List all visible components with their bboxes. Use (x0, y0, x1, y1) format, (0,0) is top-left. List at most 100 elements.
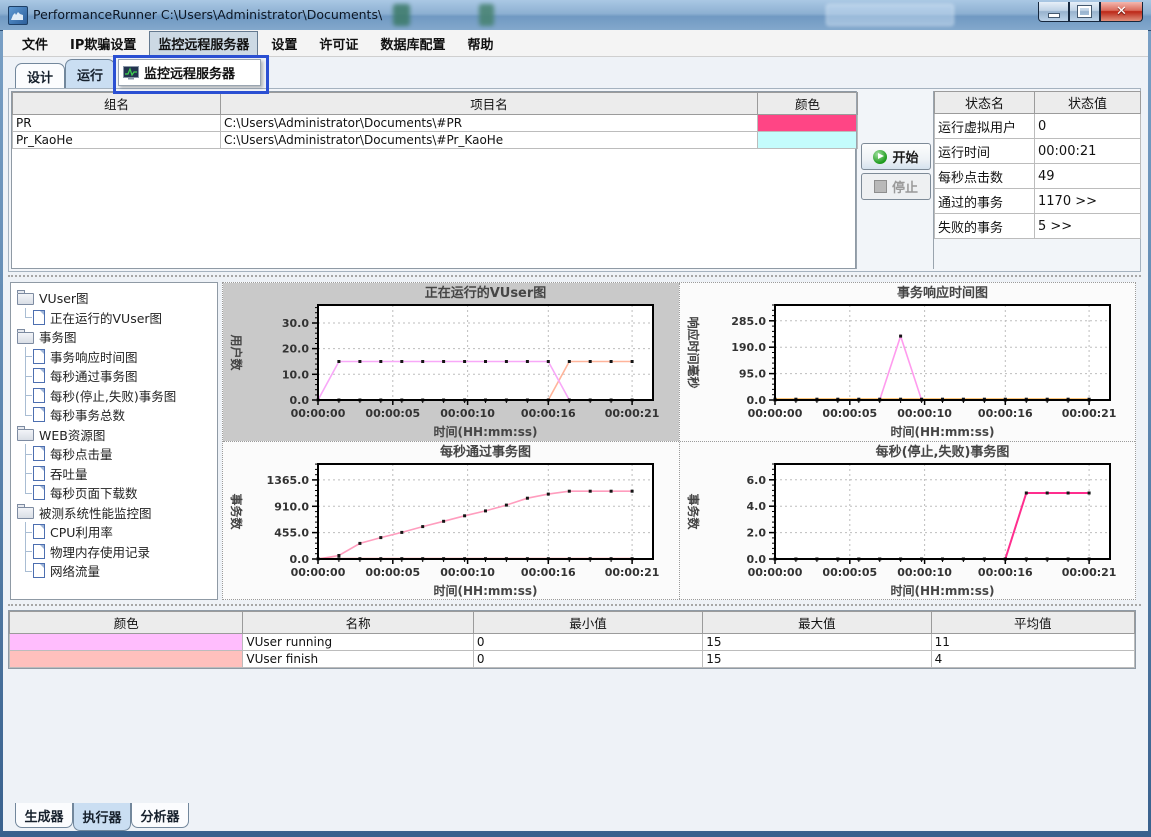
svg-text:190.0: 190.0 (731, 341, 766, 354)
tab-executor[interactable]: 执行器 (73, 803, 131, 831)
project-row[interactable]: Pr_KaoHeC:\Users\Administrator\Documents… (13, 132, 858, 149)
status-table: 状态名状态值运行虚拟用户0运行时间00:00:21每秒点击数49通过的事务117… (934, 91, 1141, 239)
title-bar: PerformanceRunner C:\Users\Administrator… (0, 0, 1151, 31)
menu-item-4[interactable]: 设置 (262, 31, 306, 56)
svg-text:6.0: 6.0 (747, 474, 767, 487)
status-row[interactable]: 每秒点击数49 (935, 164, 1141, 189)
chart-failed-transactions[interactable]: 0.02.04.06.000:00:0000:00:0500:00:1000:0… (680, 442, 1136, 600)
menu-dropdown-item-monitor-remote-server[interactable]: 监控远程服务器 (118, 59, 261, 86)
tree-item[interactable]: 物理内存使用记录 (11, 542, 217, 562)
svg-text:00:00:21: 00:00:21 (605, 566, 660, 579)
svg-text:00:00:10: 00:00:10 (440, 566, 495, 579)
tree-connector (20, 366, 33, 386)
cell: VUser running (243, 634, 473, 651)
cell: 每秒点击数 (935, 164, 1035, 189)
tree-item[interactable]: CPU利用率 (11, 522, 217, 542)
cell: C:\Users\Administrator\Documents\#Pr_Kao… (221, 132, 758, 149)
tree-folder-1[interactable]: VUser图 (11, 288, 217, 308)
svg-text:00:00:10: 00:00:10 (897, 407, 952, 420)
color-swatch (10, 651, 243, 668)
cell: 15 (703, 634, 931, 651)
svg-text:时间(HH:mm:ss): 时间(HH:mm:ss) (891, 424, 995, 439)
svg-text:00:00:10: 00:00:10 (440, 407, 495, 420)
svg-text:285.0: 285.0 (731, 315, 766, 328)
close-button[interactable]: ✕ (1100, 2, 1143, 22)
cell: 运行虚拟用户 (935, 114, 1035, 139)
status-table-panel: 状态名状态值运行虚拟用户0运行时间00:00:21每秒点击数49通过的事务117… (934, 91, 1140, 239)
folder-icon (17, 293, 34, 305)
status-row[interactable]: 通过的事务1170 >> (935, 189, 1141, 214)
chart-response-time[interactable]: 0.095.0190.0285.000:00:0000:00:0500:00:1… (680, 283, 1136, 441)
svg-text:事务响应时间图: 事务响应时间图 (897, 285, 988, 301)
tree-connector (20, 347, 33, 367)
svg-text:00:00:05: 00:00:05 (822, 566, 877, 579)
tree-item[interactable]: 每秒页面下载数 (11, 483, 217, 503)
menu-item-6[interactable]: 数据库配置 (371, 31, 454, 56)
cell: 5 >> (1035, 214, 1141, 239)
chart-running-vusers[interactable]: 0.010.020.030.000:00:0000:00:0500:00:100… (223, 283, 679, 441)
file-icon (33, 368, 45, 383)
file-icon (33, 544, 45, 559)
svg-text:0.0: 0.0 (747, 394, 767, 407)
tree-folder-2[interactable]: 事务图 (11, 327, 217, 347)
svg-text:00:00:05: 00:00:05 (365, 566, 420, 579)
svg-text:10.0: 10.0 (282, 368, 309, 381)
column-header: 状态值 (1035, 92, 1141, 114)
cell: PR (13, 115, 221, 132)
tree-folder-label: 事务图 (39, 327, 77, 346)
tree-item[interactable]: 每秒(停止,失败)事务图 (11, 386, 217, 406)
tab-analyzer[interactable]: 分析器 (131, 803, 189, 828)
svg-text:00:00:16: 00:00:16 (521, 407, 576, 420)
status-row[interactable]: 运行虚拟用户0 (935, 114, 1141, 139)
svg-text:每秒(停止,失败)事务图: 每秒(停止,失败)事务图 (876, 444, 1010, 460)
status-row[interactable]: 运行时间00:00:21 (935, 139, 1141, 164)
project-row[interactable]: PRC:\Users\Administrator\Documents\#PR (13, 115, 858, 132)
status-row[interactable]: 失败的事务5 >> (935, 214, 1141, 239)
cell: 0 (1035, 114, 1141, 139)
aero-peek-ghost (826, 4, 954, 26)
tree-item[interactable]: 每秒通过事务图 (11, 366, 217, 386)
tree-item-label: 每秒(停止,失败)事务图 (50, 386, 176, 405)
tree-item-label: 每秒点击量 (50, 444, 113, 463)
tree-folder-3[interactable]: WEB资源图 (11, 425, 217, 445)
maximize-icon (1078, 6, 1091, 17)
tree-folder-label: VUser图 (39, 288, 89, 307)
svg-text:00:00:16: 00:00:16 (978, 566, 1033, 579)
maximize-button[interactable] (1069, 2, 1100, 22)
tree-item[interactable]: 事务响应时间图 (11, 347, 217, 367)
column-header: 颜色 (10, 612, 243, 634)
chart-passed-transactions[interactable]: 0.0455.0910.01365.000:00:0000:00:0500:00… (223, 442, 679, 600)
tab-generator[interactable]: 生成器 (15, 803, 73, 828)
menu-item-5[interactable]: 许可证 (310, 31, 367, 56)
tree-item[interactable]: 正在运行的VUser图 (11, 308, 217, 328)
stop-button[interactable]: 停止 (861, 173, 931, 200)
tree-folder-4[interactable]: 被测系统性能监控图 (11, 503, 217, 523)
menu-item-1[interactable]: 文件 (13, 31, 57, 56)
tree-item[interactable]: 每秒点击量 (11, 444, 217, 464)
tree-item-label: 吞吐量 (50, 464, 88, 483)
menu-item-7[interactable]: 帮助 (458, 31, 502, 56)
color-swatch (758, 132, 858, 149)
tree-connector (20, 386, 33, 406)
tree-item[interactable]: 吞吐量 (11, 464, 217, 484)
cell: 00:00:21 (1035, 139, 1141, 164)
tree-item[interactable]: 网络流量 (11, 561, 217, 581)
dropdown-item-label: 监控远程服务器 (144, 63, 235, 82)
window-title: PerformanceRunner C:\Users\Administrator… (33, 7, 382, 22)
legend-row[interactable]: VUser running01511 (10, 634, 1135, 651)
legend-row[interactable]: VUser finish0154 (10, 651, 1135, 668)
svg-text:455.0: 455.0 (274, 527, 309, 540)
svg-text:时间(HH:mm:ss): 时间(HH:mm:ss) (434, 583, 538, 598)
menu-item-2[interactable]: IP欺骗设置 (61, 31, 145, 56)
tree-item-label: CPU利用率 (50, 522, 113, 541)
tree-item[interactable]: 每秒事务总数 (11, 405, 217, 425)
svg-text:正在运行的VUser图: 正在运行的VUser图 (425, 285, 547, 301)
cell: 4 (931, 651, 1134, 668)
menu-item-3[interactable]: 监控远程服务器 (149, 31, 258, 56)
svg-text:0.0: 0.0 (290, 394, 310, 407)
file-icon (33, 485, 45, 500)
tab-run[interactable]: 运行 (65, 59, 115, 88)
start-button[interactable]: 开始 (861, 143, 931, 170)
tab-design[interactable]: 设计 (15, 63, 65, 88)
minimize-button[interactable] (1038, 2, 1069, 22)
